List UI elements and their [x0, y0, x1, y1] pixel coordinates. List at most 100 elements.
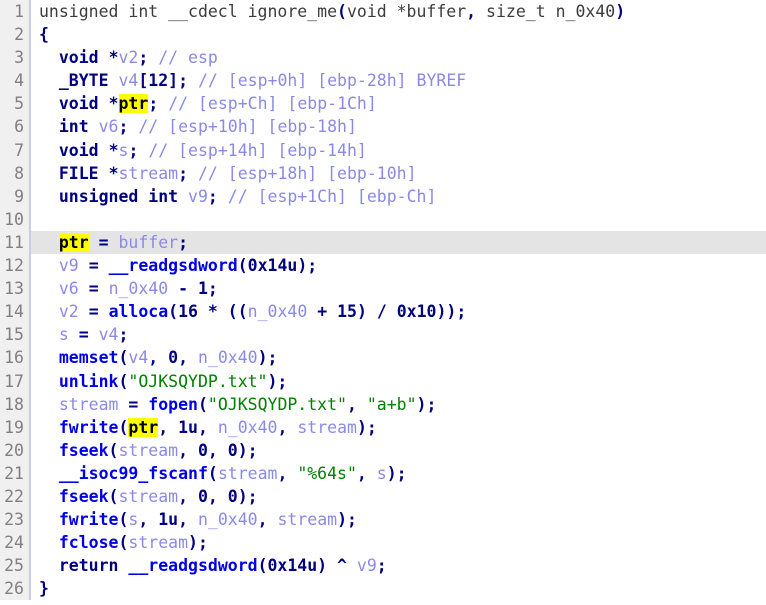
code-token-var[interactable]: stream — [119, 164, 179, 183]
code-token-func[interactable]: fopen — [148, 395, 198, 414]
code-token-var[interactable]: n_0x40 — [198, 348, 258, 367]
code-line[interactable]: 26} — [0, 577, 766, 601]
code-token-var[interactable]: stream — [297, 418, 357, 437]
code-line-text[interactable]: v6 = n_0x40 - 1; — [31, 277, 766, 300]
code-token-punct: ) — [317, 556, 328, 576]
code-token-func[interactable]: fseek — [59, 441, 109, 460]
code-line-text[interactable]: ptr = buffer; — [31, 231, 766, 254]
highlighted-symbol[interactable]: ptr — [128, 417, 159, 437]
highlighted-symbol[interactable]: ptr — [118, 94, 149, 114]
code-token-var[interactable]: stream — [218, 464, 278, 483]
code-line[interactable]: 15 s = v4; — [0, 323, 766, 347]
code-token-func[interactable]: fwrite — [59, 510, 119, 529]
code-line-text[interactable]: return __readgsdword(0x14u) ^ v9; — [31, 554, 766, 577]
code-token-func[interactable]: __isoc99_fscanf — [59, 464, 208, 483]
code-token-func[interactable]: fwrite — [59, 418, 119, 437]
code-line[interactable]: 3 void *v2; // esp — [0, 46, 766, 70]
code-line-text[interactable]: __isoc99_fscanf(stream, "%64s", s); — [31, 462, 766, 485]
code-line-text[interactable]: fwrite(s, 1u, n_0x40, stream); — [31, 508, 766, 531]
code-token-var[interactable]: v4 — [118, 71, 138, 90]
line-number: 13 — [0, 277, 29, 301]
code-token-var[interactable]: n_0x40 — [218, 418, 278, 437]
code-line[interactable]: 12 v9 = __readgsdword(0x14u); — [0, 254, 766, 278]
code-line-text[interactable]: stream = fopen("OJKSQYDP.txt", "a+b"); — [31, 393, 766, 416]
code-token-var[interactable]: stream — [118, 441, 178, 460]
code-line-text[interactable]: FILE *stream; // [esp+18h] [ebp-10h] — [31, 162, 766, 185]
code-line[interactable]: 5 void *ptr; // [esp+Ch] [ebp-1Ch] — [0, 92, 766, 116]
code-line-text[interactable]: int v6; // [esp+10h] [ebp-18h] — [31, 115, 766, 138]
line-number: 22 — [0, 484, 29, 509]
code-line-text[interactable]: void *ptr; // [esp+Ch] [ebp-1Ch] — [31, 92, 766, 115]
code-token-var[interactable]: n_0x40 — [248, 302, 308, 321]
code-line[interactable]: 13 v6 = n_0x40 - 1; — [0, 277, 766, 301]
code-token-func[interactable]: __readgsdword — [109, 256, 238, 275]
code-line[interactable]: 20 fseek(stream, 0, 0); — [0, 438, 766, 462]
code-line[interactable]: 14 v2 = alloca(16 * ((n_0x40 + 15) / 0x1… — [0, 300, 766, 324]
code-token-var[interactable]: n_0x40 — [198, 510, 258, 529]
code-token-var[interactable]: buffer — [119, 233, 179, 252]
code-line-text[interactable]: v9 = __readgsdword(0x14u); — [31, 254, 766, 277]
highlighted-symbol[interactable]: ptr — [58, 232, 89, 252]
code-line-text[interactable]: } — [31, 577, 766, 600]
code-line[interactable]: 7 void *s; // [esp+14h] [ebp-14h] — [0, 138, 766, 162]
code-line[interactable]: 4 _BYTE v4[12]; // [esp+0h] [ebp-28h] BY… — [0, 69, 766, 93]
code-token-func[interactable]: fseek — [59, 487, 109, 506]
code-token-var[interactable]: stream — [128, 533, 188, 552]
code-line-text[interactable]: fseek(stream, 0, 0); — [31, 439, 766, 462]
code-token-var[interactable]: s — [377, 464, 387, 483]
code-line-text[interactable]: unsigned int __cdecl ignore_me(void *buf… — [31, 0, 766, 23]
code-line-text[interactable]: memset(v4, 0, n_0x40); — [31, 346, 766, 369]
code-line[interactable]: 17 unlink("OJKSQYDP.txt"); — [0, 369, 766, 393]
code-token-var[interactable]: v2 — [119, 48, 139, 67]
code-token-var[interactable]: v4 — [128, 348, 148, 367]
code-token-func[interactable]: alloca — [109, 302, 169, 321]
code-line-text[interactable]: void *s; // [esp+14h] [ebp-14h] — [31, 139, 766, 162]
code-line-text[interactable]: s = v4; — [31, 323, 766, 346]
code-token-var[interactable]: v6 — [99, 117, 119, 136]
code-token-func[interactable]: memset — [59, 348, 119, 367]
code-token-var[interactable]: v9 — [59, 256, 79, 275]
code-line-text[interactable]: v2 = alloca(16 * ((n_0x40 + 15) / 0x10))… — [31, 300, 766, 323]
code-line[interactable]: 11 ptr = buffer; — [0, 230, 766, 255]
code-token-func[interactable]: unlink — [59, 372, 119, 391]
code-token-var[interactable]: s — [59, 325, 69, 344]
code-line[interactable]: 22 fseek(stream, 0, 0); — [0, 484, 766, 509]
code-line-text[interactable]: unsigned int v9; // [esp+1Ch] [ebp-Ch] — [31, 185, 766, 208]
code-line-text[interactable] — [31, 208, 766, 231]
code-token-var[interactable]: stream — [277, 510, 337, 529]
code-line[interactable]: 1 unsigned int __cdecl ignore_me(void *bu… — [0, 0, 766, 24]
code-line-text[interactable]: unlink("OJKSQYDP.txt"); — [31, 370, 766, 393]
code-line[interactable]: 6 int v6; // [esp+10h] [ebp-18h] — [0, 115, 766, 139]
code-line[interactable]: 16 memset(v4, 0, n_0x40); — [0, 346, 766, 370]
code-line[interactable]: 21 __isoc99_fscanf(stream, "%64s", s); — [0, 461, 766, 485]
code-token-func[interactable]: fclose — [59, 533, 119, 552]
code-line-text[interactable]: void *v2; // esp — [31, 46, 766, 69]
code-line-text[interactable]: fwrite(ptr, 1u, n_0x40, stream); — [31, 416, 766, 439]
code-line-text[interactable]: fclose(stream); — [31, 531, 766, 554]
code-token-var[interactable]: s — [119, 141, 129, 160]
code-token-var[interactable]: v2 — [59, 302, 79, 321]
code-line-text[interactable]: { — [31, 23, 766, 46]
code-token-func[interactable]: __readgsdword — [128, 556, 257, 575]
code-token-var[interactable]: stream — [118, 487, 178, 506]
code-line[interactable]: 24 fclose(stream); — [0, 531, 766, 555]
code-line-text[interactable]: _BYTE v4[12]; // [esp+0h] [ebp-28h] BYRE… — [31, 69, 766, 92]
code-line[interactable]: 23 fwrite(s, 1u, n_0x40, stream); — [0, 508, 766, 532]
code-token-sp — [39, 141, 59, 160]
code-line[interactable]: 19 fwrite(ptr, 1u, n_0x40, stream); — [0, 415, 766, 439]
code-token-var[interactable]: stream — [59, 395, 119, 414]
code-line[interactable]: 9 unsigned int v9; // [esp+1Ch] [ebp-Ch] — [0, 184, 766, 208]
code-token-var[interactable]: v4 — [99, 325, 119, 344]
code-token-var[interactable]: v9 — [188, 187, 208, 206]
code-line[interactable]: 18 stream = fopen("OJKSQYDP.txt", "a+b")… — [0, 392, 766, 416]
code-line[interactable]: 10 — [0, 207, 766, 231]
code-token-var[interactable]: s — [128, 510, 138, 529]
code-line[interactable]: 2{ — [0, 23, 766, 47]
code-token-var[interactable]: n_0x40 — [109, 279, 169, 298]
pseudocode-view[interactable]: 1 unsigned int __cdecl ignore_me(void *bu… — [0, 0, 766, 605]
code-line[interactable]: 25 return __readgsdword(0x14u) ^ v9; — [0, 554, 766, 578]
code-token-var[interactable]: v9 — [357, 556, 377, 575]
code-line-text[interactable]: fseek(stream, 0, 0); — [31, 485, 766, 508]
code-token-var[interactable]: v6 — [59, 279, 79, 298]
code-line[interactable]: 8 FILE *stream; // [esp+18h] [ebp-10h] — [0, 161, 766, 185]
